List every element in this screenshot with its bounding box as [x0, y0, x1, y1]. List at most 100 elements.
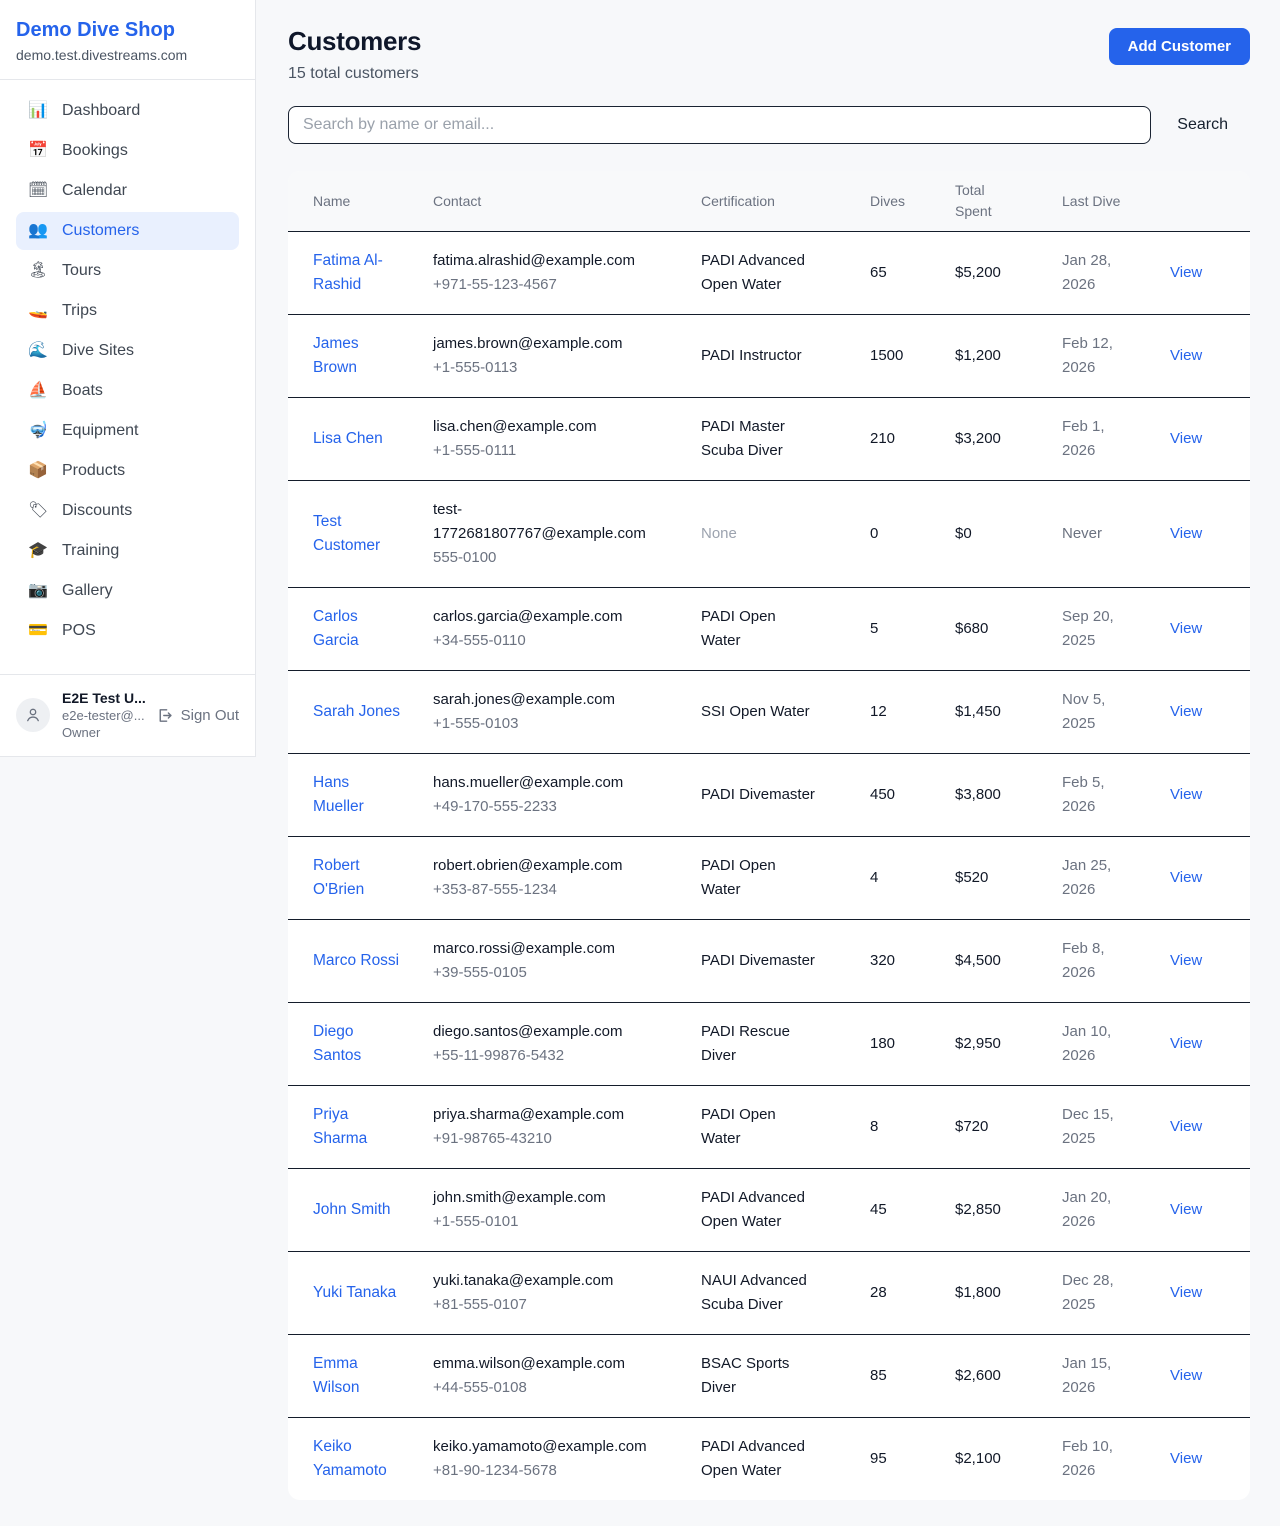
customer-certification: PADI Open Water	[701, 854, 815, 902]
customer-phone: +81-555-0107	[433, 1293, 701, 1317]
sidebar-item-training[interactable]: 🎓 Training	[16, 532, 239, 570]
customer-total-spent: $680	[955, 587, 1062, 670]
tag-icon: 🏷	[28, 503, 48, 519]
sidebar-item-label: Dashboard	[62, 102, 140, 120]
view-customer-link[interactable]: View	[1170, 1367, 1202, 1384]
sign-out-label: Sign Out	[181, 707, 239, 724]
column-header-dives: Dives	[870, 171, 955, 231]
customer-certification: PADI Advanced Open Water	[701, 1435, 815, 1483]
sidebar-item-bookings[interactable]: 📅 Bookings	[16, 132, 239, 170]
sign-out-button[interactable]: Sign Out	[156, 707, 239, 724]
table-body: Fatima Al-Rashid fatima.alrashid@example…	[288, 231, 1250, 1500]
view-customer-link[interactable]: View	[1170, 525, 1202, 542]
customer-email: yuki.tanaka@example.com	[433, 1269, 648, 1293]
app-root: Demo Dive Shop demo.test.divestreams.com…	[0, 0, 1280, 1526]
sidebar-item-label: Discounts	[62, 502, 132, 520]
graduation-cap-icon: 🎓	[28, 543, 48, 559]
sidebar-item-trips[interactable]: 🚤 Trips	[16, 292, 239, 330]
table-row: Hans Mueller hans.mueller@example.com +4…	[288, 753, 1250, 836]
sidebar-item-label: POS	[62, 622, 96, 640]
speedboat-icon: 🚤	[28, 303, 48, 319]
customer-name-link[interactable]: Carlos Garcia	[313, 605, 401, 653]
customer-last-dive: Dec 28, 2025	[1062, 1269, 1132, 1317]
column-header-last-dive: Last Dive	[1062, 171, 1170, 231]
customer-last-dive: Jan 25, 2026	[1062, 854, 1132, 902]
customer-certification: PADI Open Water	[701, 605, 815, 653]
customer-certification: PADI Instructor	[701, 344, 802, 368]
customer-dives: 85	[870, 1334, 955, 1417]
customer-dives: 45	[870, 1168, 955, 1251]
sidebar-item-equipment[interactable]: 🤿 Equipment	[16, 412, 239, 450]
customer-certification: PADI Divemaster	[701, 949, 815, 973]
customer-email: james.brown@example.com	[433, 332, 648, 356]
view-customer-link[interactable]: View	[1170, 952, 1202, 969]
customer-total-spent: $2,600	[955, 1334, 1062, 1417]
sidebar-item-pos[interactable]: 💳 POS	[16, 612, 239, 650]
customer-total-spent: $2,850	[955, 1168, 1062, 1251]
customer-phone: +1-555-0111	[433, 439, 701, 463]
customer-total-spent: $4,500	[955, 919, 1062, 1002]
customer-phone: +81-90-1234-5678	[433, 1459, 701, 1483]
camera-icon: 📷	[28, 583, 48, 599]
sidebar-item-customers[interactable]: 👥 Customers	[16, 212, 239, 250]
customer-name-link[interactable]: John Smith	[313, 1198, 391, 1222]
view-customer-link[interactable]: View	[1170, 347, 1202, 364]
customer-name-link[interactable]: Robert O'Brien	[313, 854, 401, 902]
customer-name-link[interactable]: Sarah Jones	[313, 700, 400, 724]
search-button[interactable]: Search	[1151, 116, 1250, 134]
customer-name-link[interactable]: Lisa Chen	[313, 427, 383, 451]
customer-email: john.smith@example.com	[433, 1186, 648, 1210]
customer-email: lisa.chen@example.com	[433, 415, 648, 439]
sidebar-item-dashboard[interactable]: 📊 Dashboard	[16, 92, 239, 130]
sidebar-item-boats[interactable]: ⛵ Boats	[16, 372, 239, 410]
customer-name-link[interactable]: Marco Rossi	[313, 949, 399, 973]
table-row: Sarah Jones sarah.jones@example.com +1-5…	[288, 670, 1250, 753]
view-customer-link[interactable]: View	[1170, 1201, 1202, 1218]
bar-chart-icon: 📊	[28, 103, 48, 119]
page-header: Customers 15 total customers Add Custome…	[288, 26, 1250, 83]
customer-name-link[interactable]: Diego Santos	[313, 1020, 401, 1068]
view-customer-link[interactable]: View	[1170, 1284, 1202, 1301]
customer-name-link[interactable]: Test Customer	[313, 510, 401, 558]
sidebar-item-label: Bookings	[62, 142, 128, 160]
customer-last-dive: Feb 10, 2026	[1062, 1435, 1132, 1483]
sidebar-item-calendar[interactable]: 🗓 Calendar	[16, 172, 239, 210]
sidebar-item-dive-sites[interactable]: 🌊 Dive Sites	[16, 332, 239, 370]
customer-certification: PADI Divemaster	[701, 783, 815, 807]
sidebar-item-tours[interactable]: 🏝 Tours	[16, 252, 239, 290]
view-customer-link[interactable]: View	[1170, 1035, 1202, 1052]
search-input[interactable]	[288, 106, 1151, 144]
view-customer-link[interactable]: View	[1170, 1118, 1202, 1135]
customer-name-link[interactable]: Hans Mueller	[313, 771, 401, 819]
table-row: Carlos Garcia carlos.garcia@example.com …	[288, 587, 1250, 670]
sidebar-item-gallery[interactable]: 📷 Gallery	[16, 572, 239, 610]
customer-name-link[interactable]: Fatima Al-Rashid	[313, 249, 401, 297]
sidebar-item-discounts[interactable]: 🏷 Discounts	[16, 492, 239, 530]
customer-name-link[interactable]: James Brown	[313, 332, 401, 380]
customer-email: fatima.alrashid@example.com	[433, 249, 648, 273]
customer-name-link[interactable]: Priya Sharma	[313, 1103, 401, 1151]
view-customer-link[interactable]: View	[1170, 264, 1202, 281]
table-row: James Brown james.brown@example.com +1-5…	[288, 314, 1250, 397]
customer-phone: +1-555-0101	[433, 1210, 701, 1234]
view-customer-link[interactable]: View	[1170, 786, 1202, 803]
customer-dives: 65	[870, 231, 955, 314]
customer-total-spent: $3,200	[955, 397, 1062, 480]
table-row: John Smith john.smith@example.com +1-555…	[288, 1168, 1250, 1251]
view-customer-link[interactable]: View	[1170, 869, 1202, 886]
customer-name-link[interactable]: Yuki Tanaka	[313, 1281, 396, 1305]
view-customer-link[interactable]: View	[1170, 1450, 1202, 1467]
customer-name-link[interactable]: Keiko Yamamoto	[313, 1435, 401, 1483]
sidebar-item-products[interactable]: 📦 Products	[16, 452, 239, 490]
user-role: Owner	[62, 725, 144, 740]
view-customer-link[interactable]: View	[1170, 430, 1202, 447]
customer-certification: PADI Advanced Open Water	[701, 249, 815, 297]
customer-dives: 28	[870, 1251, 955, 1334]
view-customer-link[interactable]: View	[1170, 703, 1202, 720]
customer-last-dive: Nov 5, 2025	[1062, 688, 1132, 736]
add-customer-button[interactable]: Add Customer	[1109, 28, 1250, 65]
customer-last-dive: Feb 5, 2026	[1062, 771, 1132, 819]
view-customer-link[interactable]: View	[1170, 620, 1202, 637]
customer-phone: +353-87-555-1234	[433, 878, 701, 902]
customer-name-link[interactable]: Emma Wilson	[313, 1352, 401, 1400]
